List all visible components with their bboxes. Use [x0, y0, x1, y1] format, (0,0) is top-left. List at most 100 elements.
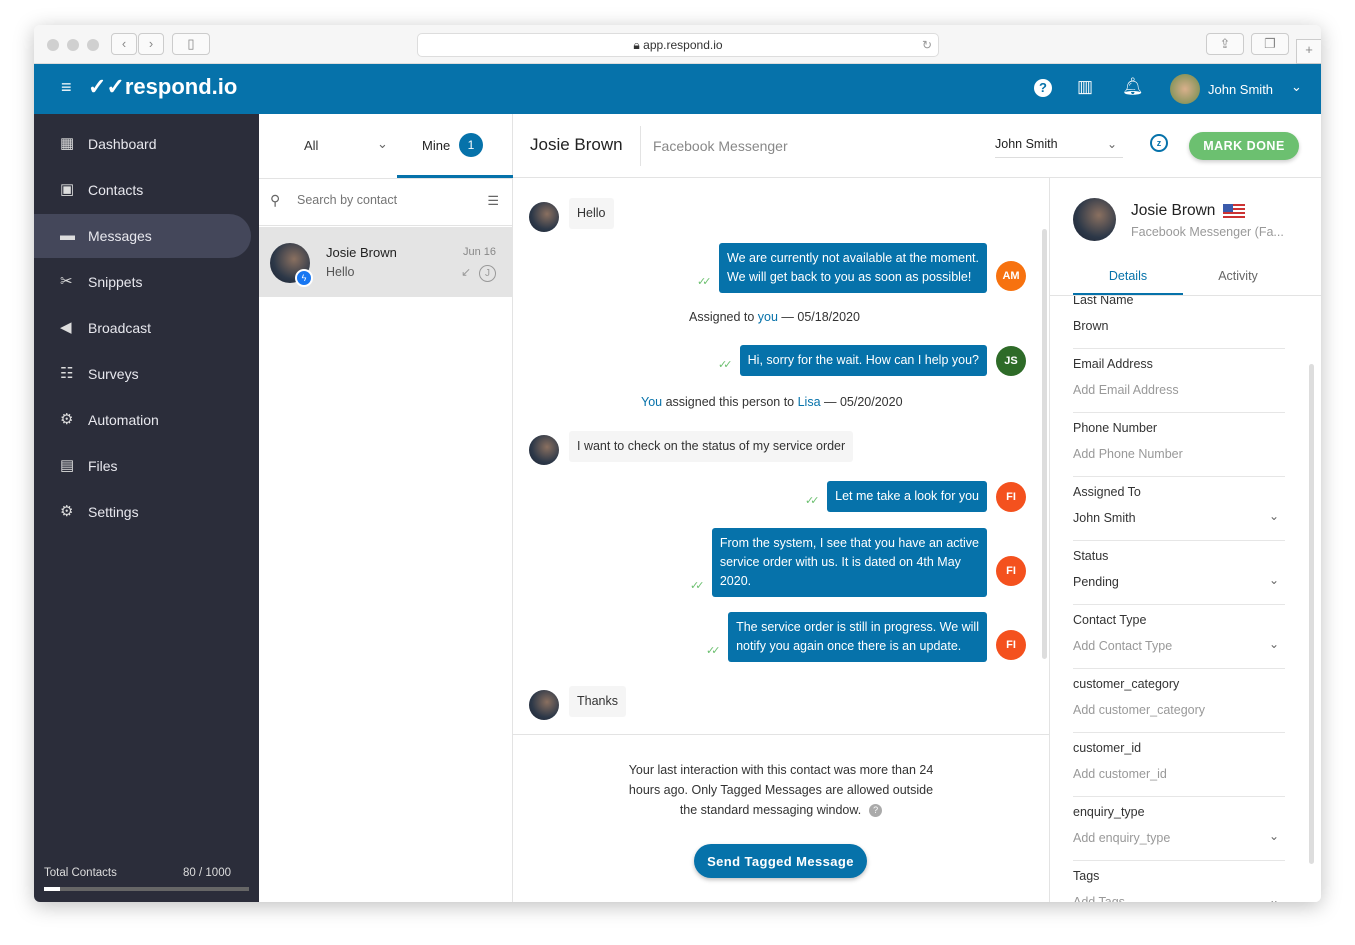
field-label: Phone Number	[1073, 421, 1158, 435]
megaphone-icon: ◀	[60, 319, 72, 336]
outgoing-message: The service order is still in progress. …	[728, 612, 987, 662]
field-customer-id[interactable]: customer_id Add customer_id	[1073, 741, 1285, 797]
field-label: Assigned To	[1073, 485, 1141, 499]
snooze-icon[interactable]: z	[1150, 134, 1168, 152]
mark-done-button[interactable]: MARK DONE	[1189, 132, 1299, 160]
logo-check-icon: ✓✓	[88, 74, 125, 99]
sidebar-item-settings[interactable]: ⚙ Settings	[34, 490, 251, 534]
minimize-window-button[interactable]	[67, 39, 79, 51]
field-placeholder[interactable]: Add Phone Number	[1073, 447, 1183, 461]
assignment-event: You assigned this person to Lisa — 05/20…	[641, 395, 903, 409]
share-icon[interactable]: ⇪	[1206, 33, 1244, 55]
sidebar-item-snippets[interactable]: ✂ Snippets	[34, 260, 251, 304]
field-phone-number[interactable]: Phone Number Add Phone Number	[1073, 421, 1285, 477]
chevron-down-icon[interactable]: ⌄	[1269, 573, 1279, 587]
sidebar-item-label: Automation	[88, 412, 159, 428]
tab-activity[interactable]: Activity	[1183, 258, 1293, 296]
search-bar: ⚲ ☰	[259, 178, 513, 226]
new-tab-button[interactable]: +	[1296, 39, 1321, 64]
outgoing-message: Hi, sorry for the wait. How can I help y…	[739, 345, 987, 376]
chevron-down-icon[interactable]: ⌄	[1269, 509, 1279, 523]
tab-details[interactable]: Details	[1073, 258, 1183, 296]
notice-line: the standard messaging window.?	[513, 800, 1049, 820]
field-label: Last Name	[1073, 296, 1134, 307]
field-placeholder[interactable]: Add Email Address	[1073, 383, 1179, 397]
sidebar-item-contacts[interactable]: ▣ Contacts	[34, 168, 251, 212]
field-value[interactable]: Brown	[1073, 319, 1108, 333]
us-flag-icon	[1223, 204, 1245, 218]
event-text: — 05/20/2020	[820, 395, 903, 409]
event-link[interactable]: you	[758, 310, 778, 324]
event-link[interactable]: You	[641, 395, 662, 409]
tab-mine[interactable]: Mine 1	[397, 114, 513, 178]
gears-icon: ⚙	[60, 411, 74, 428]
assignee-dropdown[interactable]: John Smith ⌄	[995, 128, 1123, 158]
assignee-badge: J	[479, 265, 496, 282]
chevron-down-icon[interactable]: ⌄	[1269, 829, 1279, 843]
search-input[interactable]	[297, 193, 467, 207]
chevron-down-icon[interactable]: ⌄	[1269, 637, 1279, 651]
chat-scrollbar[interactable]	[1042, 229, 1047, 659]
help-icon[interactable]: ?	[869, 804, 883, 818]
field-email-address[interactable]: Email Address Add Email Address	[1073, 357, 1285, 413]
field-label: Contact Type	[1073, 613, 1147, 627]
tabs-icon[interactable]: ❐	[1251, 33, 1289, 55]
chevron-down-icon[interactable]: ⌄	[1291, 79, 1302, 95]
sidebar-item-dashboard[interactable]: ▦ Dashboard	[34, 122, 251, 166]
event-link[interactable]: Lisa	[798, 395, 821, 409]
back-button[interactable]: ‹	[111, 33, 137, 55]
chat-contact-name: Josie Brown	[530, 135, 623, 154]
contact-name: Josie Brown	[1131, 202, 1216, 219]
agent-avatar: FI	[996, 481, 1026, 512]
send-tagged-message-button[interactable]: Send Tagged Message	[694, 844, 867, 878]
forward-button[interactable]: ›	[138, 33, 164, 55]
field-status[interactable]: Status Pending ⌄	[1073, 549, 1285, 605]
field-customer-category[interactable]: customer_category Add customer_category	[1073, 677, 1285, 733]
sidebar-item-files[interactable]: ▤ Files	[34, 444, 251, 488]
field-placeholder[interactable]: Add customer_category	[1073, 703, 1205, 717]
field-label: Status	[1073, 549, 1109, 563]
user-name[interactable]: John Smith	[1208, 82, 1273, 97]
incoming-message: I want to check on the status of my serv…	[569, 431, 854, 462]
field-contact-type[interactable]: Contact Type Add Contact Type ⌄	[1073, 613, 1285, 669]
zoom-window-button[interactable]	[87, 39, 99, 51]
address-bar[interactable]: 🔒︎ app.respond.io ↻	[417, 33, 939, 57]
notice-line: Your last interaction with this contact …	[628, 763, 934, 777]
menu-icon[interactable]: ≡	[61, 77, 72, 98]
chevron-down-icon[interactable]: ⌄	[1269, 893, 1279, 902]
user-avatar[interactable]	[1170, 74, 1200, 104]
tagged-message-notice: Your last interaction with this contact …	[513, 734, 1049, 902]
sidebar-toggle-icon[interactable]: ▯	[172, 33, 210, 55]
field-value[interactable]: John Smith	[1073, 511, 1136, 525]
filter-icon[interactable]: ☰	[487, 193, 499, 209]
chevron-down-icon[interactable]: ⌄	[377, 136, 388, 152]
field-placeholder[interactable]: Add Contact Type	[1073, 639, 1172, 653]
sidebar-item-messages[interactable]: ▬ Messages	[34, 214, 251, 258]
reload-icon[interactable]: ↻	[922, 34, 932, 56]
help-icon[interactable]: ?	[1034, 79, 1052, 97]
sidebar-item-broadcast[interactable]: ◀ Broadcast	[34, 306, 251, 350]
sidebar-item-label: Snippets	[88, 274, 143, 290]
message-line: service order with us. It is dated on 4t…	[719, 555, 961, 569]
sidebar-item-surveys[interactable]: ☷ Surveys	[34, 352, 251, 396]
incoming-message: Thanks	[569, 686, 626, 717]
field-tags[interactable]: Tags Add Tags ⌄	[1073, 869, 1285, 902]
message-line: notify you again once there is an update…	[736, 639, 962, 653]
field-placeholder[interactable]: Add Tags	[1073, 895, 1125, 902]
field-last-name[interactable]: Last Name Brown	[1073, 296, 1285, 349]
field-assigned-to[interactable]: Assigned To John Smith ⌄	[1073, 485, 1285, 541]
bell-icon[interactable]: 🔔︎	[1122, 77, 1144, 97]
filter-all-dropdown[interactable]: All	[304, 138, 318, 153]
conversation-item[interactable]: ϟ Josie Brown Hello Jun 16 ↙ J	[259, 227, 513, 297]
field-placeholder[interactable]: Add enquiry_type	[1073, 831, 1170, 845]
field-value[interactable]: Pending	[1073, 575, 1119, 589]
field-enquiry-type[interactable]: enquiry_type Add enquiry_type ⌄	[1073, 805, 1285, 861]
contact-avatar	[529, 202, 559, 232]
close-window-button[interactable]	[47, 39, 59, 51]
field-label: enquiry_type	[1073, 805, 1145, 819]
details-scrollbar[interactable]	[1309, 364, 1314, 864]
book-icon[interactable]: ▥	[1077, 77, 1093, 97]
contacts-icon: ▣	[60, 181, 75, 198]
field-placeholder[interactable]: Add customer_id	[1073, 767, 1167, 781]
sidebar-item-automation[interactable]: ⚙ Automation	[34, 398, 251, 442]
